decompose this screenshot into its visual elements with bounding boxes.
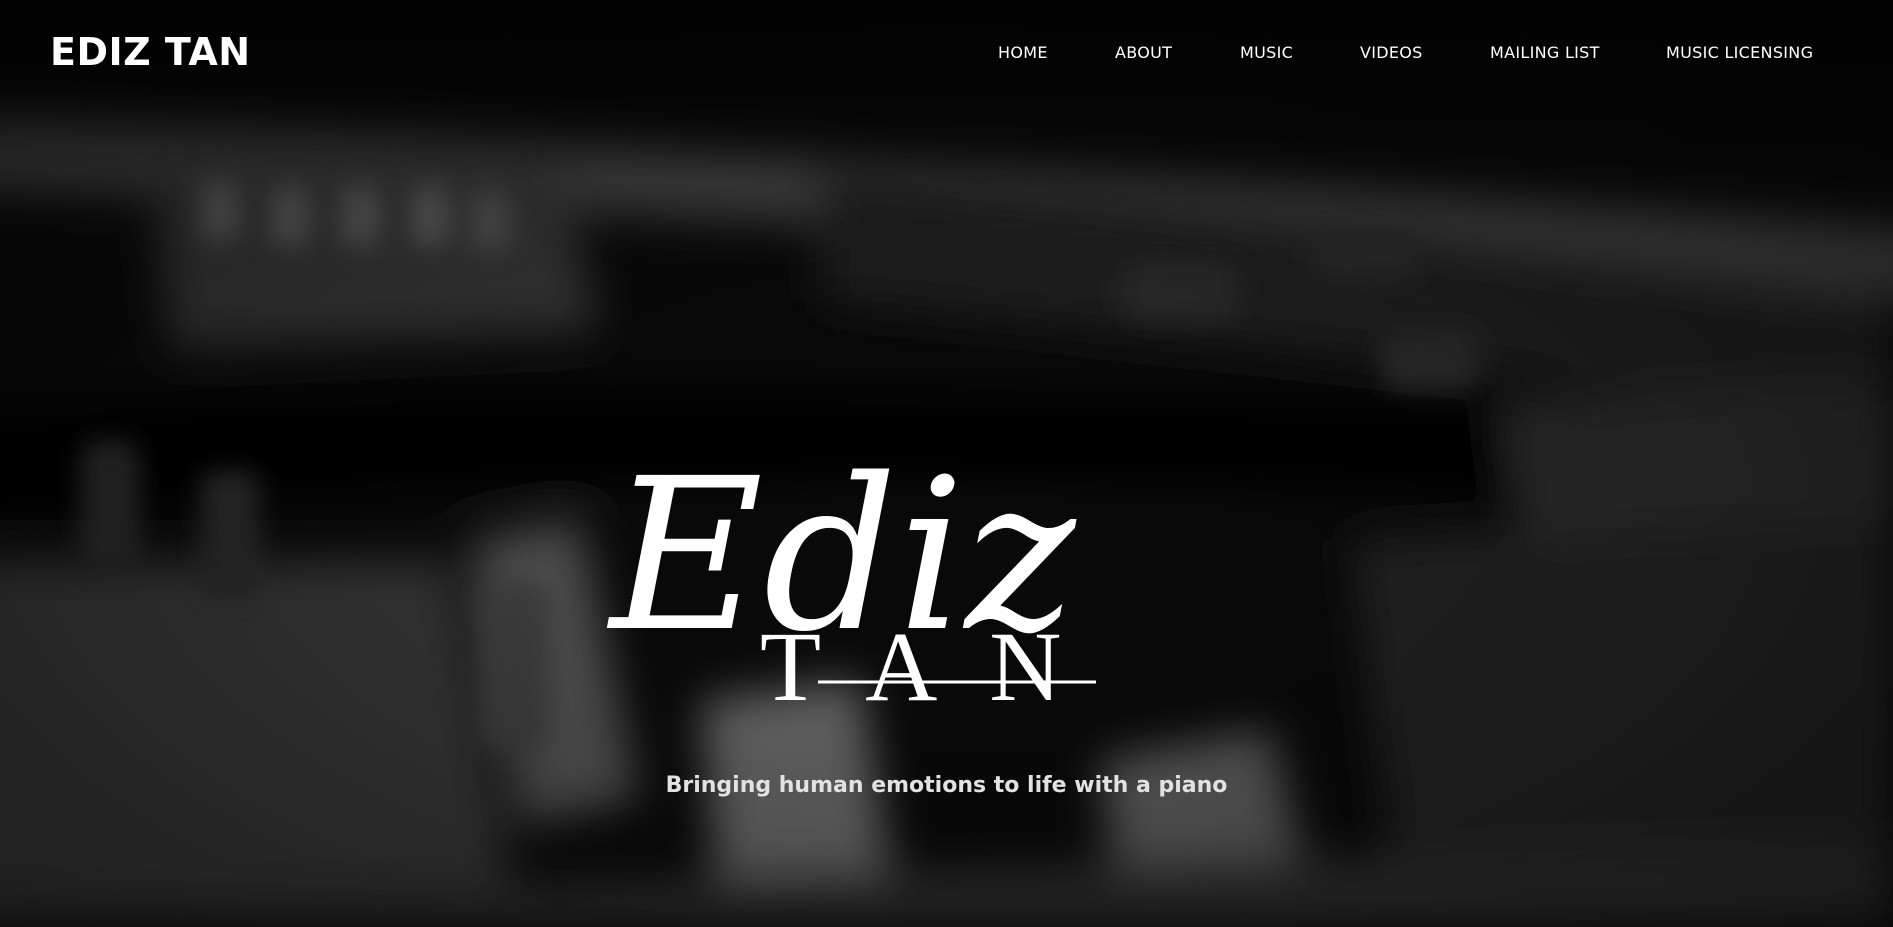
logo-caps-text: TAN [760, 611, 1114, 722]
main-navigation: HOME ABOUT MUSIC VIDEOS MAILING LIST MUS… [0, 43, 1893, 63]
nav-link-about[interactable]: ABOUT [1115, 43, 1172, 62]
ediz-tan-logo: Ediz TAN [600, 400, 1300, 730]
page: EDIZ TAN HOME ABOUT MUSIC VIDEOS MAILING… [0, 0, 1893, 927]
site-header: EDIZ TAN HOME ABOUT MUSIC VIDEOS MAILING… [0, 0, 1893, 106]
hero-tagline: Bringing human emotions to life with a p… [665, 773, 1228, 798]
nav-link-music-licensing[interactable]: MUSIC LICENSING [1666, 43, 1813, 62]
nav-link-music[interactable]: MUSIC [1240, 43, 1293, 62]
nav-link-home[interactable]: HOME [998, 43, 1048, 62]
nav-link-videos[interactable]: VIDEOS [1360, 43, 1423, 62]
nav-link-mailing-list[interactable]: MAILING LIST [1490, 43, 1600, 62]
